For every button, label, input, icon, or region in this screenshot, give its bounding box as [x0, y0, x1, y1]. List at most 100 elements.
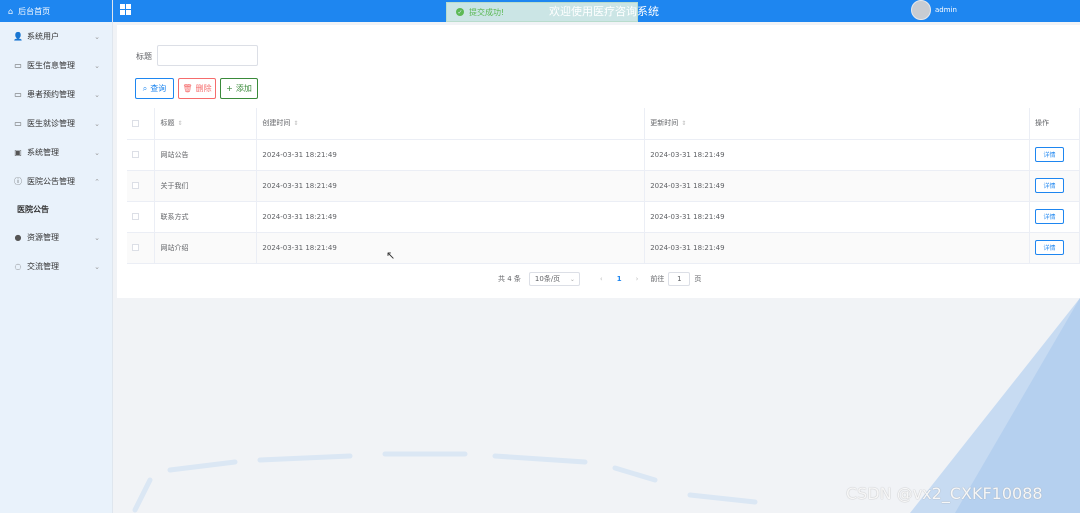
sidebar-item-label: 医生就诊管理 [27, 119, 75, 128]
toast-message: 提交成功! [469, 7, 505, 17]
sidebar-item-label: 医生信息管理 [27, 61, 75, 70]
sort-icon[interactable]: ⇕ [177, 120, 182, 127]
sidebar-item-resources[interactable]: ● 资源管理 ⌄ [0, 223, 112, 252]
delete-button[interactable]: 🗑 删除 [178, 78, 216, 99]
detail-button[interactable]: 详情 [1034, 240, 1064, 255]
sidebar: ⌂ 后台首页 👤 系统用户 ⌄ ▭ 医生信息管理 ⌄ ▭ 患者预约管理 ⌄ ▭ … [0, 0, 113, 513]
menu-grid-icon[interactable] [120, 4, 131, 15]
row-checkbox[interactable] [132, 244, 139, 251]
top-header: ✓ 提交成功! 欢迎使用医疗咨询系统 admin [113, 0, 1080, 22]
cell-title: 网站公告 [154, 139, 258, 171]
watermark: CSDN @vx2_CXKF10088 [846, 484, 1043, 503]
cell-title: 联系方式 [154, 201, 258, 233]
cell-actions: 详情 [1029, 170, 1080, 202]
cell-actions: 详情 [1029, 232, 1080, 264]
add-button-label: 添加 [235, 84, 252, 93]
page-title: 欢迎使用医疗咨询系统 [549, 5, 659, 18]
goto-label: 前往 [650, 275, 665, 283]
sidebar-item-label: 交流管理 [27, 262, 59, 271]
prev-page-icon[interactable]: ‹ [600, 275, 603, 283]
cell-updated: 2024-03-31 18:21:49 [644, 201, 1030, 233]
cell-created: 2024-03-31 18:21:49 [256, 201, 646, 233]
main-panel: 标题 ⌕ 查询 🗑 删除 + 添加 标题 ⇕ 创建时间 ⇕ 更新时间 ⇕ 操作 网站公… [117, 25, 1080, 298]
delete-button-label: 删除 [195, 84, 212, 93]
page-size-value: 10条/页 [534, 275, 561, 283]
sort-icon[interactable]: ⇕ [293, 120, 298, 127]
background-dashes [132, 451, 758, 513]
cell-title: 网站介绍 [154, 232, 258, 264]
chevron-down-icon: ⌄ [94, 262, 100, 271]
sidebar-item-communication[interactable]: ◌ 交流管理 ⌄ [0, 252, 112, 281]
detail-button[interactable]: 详情 [1034, 178, 1064, 193]
row-select-cell [127, 201, 156, 233]
current-page-number[interactable]: 1 [617, 275, 622, 283]
row-checkbox[interactable] [132, 151, 139, 158]
cell-actions: 详情 [1029, 201, 1080, 233]
add-button[interactable]: + 添加 [220, 78, 258, 99]
row-select-cell [127, 232, 156, 264]
username[interactable]: admin [935, 6, 957, 14]
announcement-table: 标题 ⇕ 创建时间 ⇕ 更新时间 ⇕ 操作 网站公告 2024-03-31 18:21… [127, 108, 1080, 264]
detail-button[interactable]: 详情 [1034, 209, 1064, 224]
avatar[interactable] [911, 0, 931, 20]
query-button-label: 查询 [150, 84, 167, 93]
column-header-updated[interactable]: 更新时间 ⇕ [644, 108, 1030, 140]
document-icon: ▭ [14, 119, 22, 128]
chevron-down-icon: ⌄ [569, 275, 575, 283]
query-button[interactable]: ⌕ 查询 [135, 78, 174, 99]
table-header-row: 标题 ⇕ 创建时间 ⇕ 更新时间 ⇕ 操作 [127, 108, 1080, 140]
user-icon: 👤 [13, 32, 23, 41]
cell-created: 2024-03-31 18:21:49 [256, 139, 646, 171]
cell-updated: 2024-03-31 18:21:49 [644, 170, 1030, 202]
column-title-label: 标题 [160, 119, 175, 128]
sidebar-item-announcements[interactable]: ⓘ 医院公告管理 ⌃ [0, 167, 112, 196]
sidebar-item-appointments[interactable]: ▭ 患者预约管理 ⌄ [0, 80, 112, 109]
column-header-title[interactable]: 标题 ⇕ [154, 108, 258, 140]
table-row: 联系方式 2024-03-31 18:21:49 2024-03-31 18:2… [127, 201, 1080, 233]
sidebar-subitem-label: 医院公告 [17, 205, 49, 214]
sidebar-item-label: 系统用户 [27, 32, 59, 41]
sidebar-subitem-announcement[interactable]: 医院公告 [0, 196, 112, 223]
row-select-cell [127, 170, 156, 202]
detail-button[interactable]: 详情 [1034, 147, 1064, 162]
table-row: 网站公告 2024-03-31 18:21:49 2024-03-31 18:2… [127, 139, 1080, 171]
chevron-down-icon: ⌄ [94, 119, 100, 128]
column-actions-label: 操作 [1034, 119, 1049, 128]
sidebar-home[interactable]: ⌂ 后台首页 [0, 0, 112, 22]
next-page-icon[interactable]: › [636, 275, 639, 283]
goto-suffix: 页 [694, 275, 702, 283]
row-checkbox[interactable] [132, 182, 139, 189]
column-created-label: 创建时间 [262, 119, 291, 128]
check-circle-icon: ✓ [456, 8, 464, 16]
cell-actions: 详情 [1029, 139, 1080, 171]
dot-icon: ● [14, 233, 22, 242]
cell-created: 2024-03-31 18:21:49 [256, 232, 646, 264]
goto-page-input[interactable]: 1 [668, 272, 691, 286]
select-all-checkbox[interactable] [132, 119, 139, 127]
column-header-actions: 操作 [1029, 108, 1080, 140]
sidebar-item-doctor-info[interactable]: ▭ 医生信息管理 ⌄ [0, 51, 112, 80]
row-checkbox[interactable] [132, 213, 139, 220]
title-filter-label: 标题 [136, 52, 152, 61]
sidebar-item-label: 患者预约管理 [27, 90, 75, 99]
cell-updated: 2024-03-31 18:21:49 [644, 232, 1030, 264]
pagination-total: 共 4 条 [498, 275, 521, 283]
page-size-select[interactable]: 10条/页 ⌄ [528, 272, 580, 286]
chevron-down-icon: ⌄ [94, 148, 100, 157]
sidebar-item-users[interactable]: 👤 系统用户 ⌄ [0, 22, 112, 51]
sidebar-item-label: 系统管理 [27, 148, 59, 157]
table-row: 关于我们 2024-03-31 18:21:49 2024-03-31 18:2… [127, 170, 1080, 202]
chevron-down-icon: ⌄ [94, 32, 100, 41]
chevron-up-icon: ⌃ [94, 177, 100, 186]
document-icon: ▭ [14, 61, 22, 70]
home-icon: ⌂ [8, 6, 14, 16]
info-icon: ⓘ [14, 177, 22, 186]
column-header-created[interactable]: 创建时间 ⇕ [256, 108, 646, 140]
sort-icon[interactable]: ⇕ [681, 120, 686, 127]
sidebar-item-label: 资源管理 [27, 233, 59, 242]
sidebar-item-consultations[interactable]: ▭ 医生就诊管理 ⌄ [0, 109, 112, 138]
title-filter-input[interactable] [157, 45, 258, 66]
sidebar-item-system[interactable]: ▣ 系统管理 ⌄ [0, 138, 112, 167]
sidebar-item-label: 医院公告管理 [27, 177, 75, 186]
chevron-down-icon: ⌄ [94, 90, 100, 99]
